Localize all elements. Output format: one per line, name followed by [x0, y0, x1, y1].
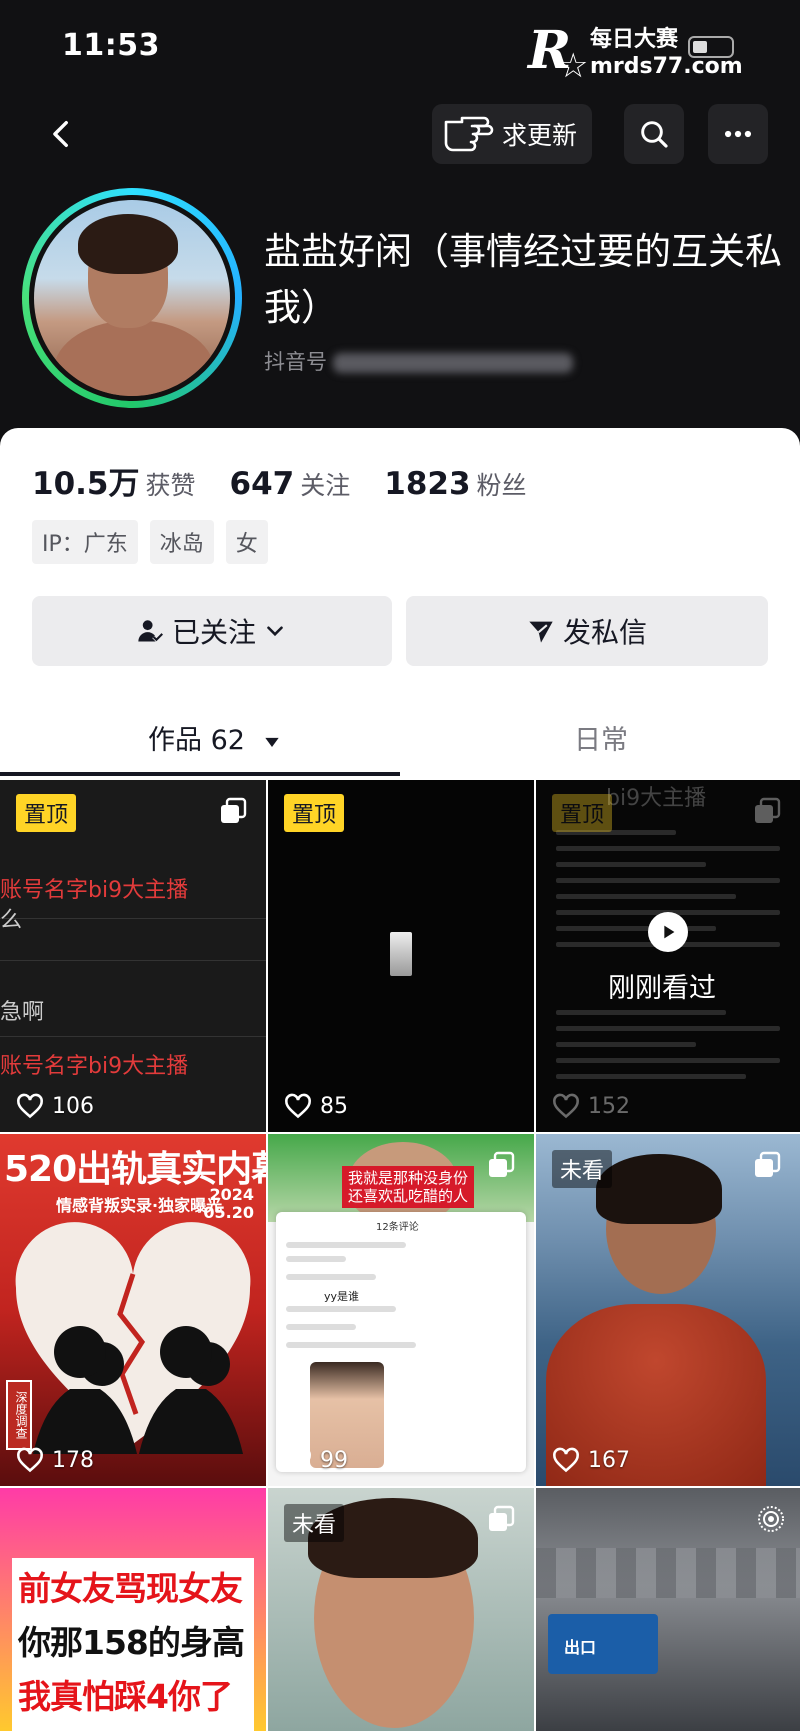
profile-tags: IP：广东 冰岛 女: [32, 520, 268, 564]
multi-image-icon: [755, 797, 781, 823]
followed-button[interactable]: 已关注: [32, 596, 392, 666]
more-dots-icon: [724, 130, 752, 138]
watermark-logo: R ☆: [528, 20, 589, 86]
comments-title: 12条评论: [376, 1222, 419, 1233]
video-tile[interactable]: 置顶 85: [268, 780, 534, 1132]
tile-text: 么: [0, 908, 23, 933]
like-count: 85: [284, 1092, 348, 1120]
send-icon: [529, 621, 553, 643]
broken-heart-graphic: [15, 1222, 251, 1454]
video-tile[interactable]: bi9大主播 刚刚看过 置顶 152: [536, 780, 800, 1132]
status-time: 11:53: [62, 28, 160, 63]
chevron-left-icon: [53, 120, 68, 148]
followed-label: 已关注: [171, 616, 256, 649]
tag-ip: IP：广东: [32, 520, 138, 564]
video-tile[interactable]: 账号名字bi9大主播 么 急啊 账号名字bi9大主播 置顶 106: [0, 780, 266, 1132]
search-icon: [641, 121, 668, 148]
tile-text: 账号名字bi9大主播: [0, 878, 189, 903]
tag-location: 冰岛: [149, 520, 214, 564]
blurred-id: [333, 353, 573, 373]
message-label: 发私信: [562, 616, 647, 649]
tile-date: 2024 05.20: [203, 1185, 254, 1222]
tile-thumbnail: [390, 932, 412, 976]
likes-label: 获赞: [145, 471, 196, 500]
followers-label[interactable]: 粉丝: [477, 466, 527, 502]
video-tile[interactable]: 前女友骂现女友 你那158的身高 我真怕踩4你了: [0, 1488, 266, 1731]
comment-panel: 12条评论 yy是谁: [276, 1212, 526, 1472]
followers-count[interactable]: 1823: [384, 466, 470, 502]
heart-icon: [17, 1093, 43, 1119]
user-check-icon: [138, 620, 164, 643]
video-tile[interactable]: 未看: [268, 1488, 534, 1731]
profile-sheet: 10.5万 获赞 647 关注 1823 粉丝 IP：广东 冰岛 女 已关注 发…: [0, 428, 800, 780]
tag-gender: 女: [225, 520, 268, 564]
following-label[interactable]: 关注: [300, 466, 350, 502]
live-photo-icon: [758, 1506, 784, 1532]
watched-label: 刚刚看过: [608, 973, 716, 1004]
tab-underline: [0, 772, 400, 776]
request-update-button[interactable]: 求更新: [432, 104, 592, 164]
multi-image-icon: [221, 797, 247, 823]
video-grid: 账号名字bi9大主播 么 急啊 账号名字bi9大主播 置顶 106 置顶 85 …: [0, 780, 800, 1731]
tile-banner: 我就是那种没身份 还喜欢乱吃醋的人: [342, 1166, 475, 1208]
unseen-badge: 未看: [284, 1504, 345, 1542]
likes-count: 10.5万: [32, 466, 140, 502]
tile-text: 你那158的身高: [18, 1623, 245, 1662]
tile-sign-text: 出口: [564, 1638, 597, 1657]
search-button[interactable]: [624, 104, 684, 164]
tile-subtitle: 情感背叛实录·独家曝光: [56, 1196, 223, 1215]
video-tile[interactable]: 我就是那种没身份 还喜欢乱吃醋的人 12条评论 yy是谁 99: [268, 1134, 534, 1486]
video-tile[interactable]: 未看 167: [536, 1134, 800, 1486]
like-count: 178: [16, 1446, 94, 1474]
pinned-badge: 置顶: [284, 794, 345, 832]
heart-icon: [285, 1093, 311, 1119]
tab-daily[interactable]: 日常: [574, 718, 628, 757]
tab-works[interactable]: 作品 62: [148, 718, 282, 757]
battery-icon: [688, 36, 734, 58]
tile-text: bi9大主播: [606, 786, 707, 811]
heart-icon: [285, 1447, 311, 1473]
multi-image-icon: [489, 1505, 515, 1531]
profile-name: 盐盐好闲（事情经过要的互关私我）: [264, 230, 782, 329]
comment-reply: yy是谁: [324, 1290, 360, 1303]
message-button[interactable]: 发私信: [406, 596, 768, 666]
tile-text: 我真怕踩4你了: [18, 1677, 233, 1716]
video-tile[interactable]: 出口: [536, 1488, 800, 1731]
tile-text: 账号名字bi9大主播: [0, 1054, 189, 1079]
multi-image-icon: [755, 1151, 781, 1177]
triangle-down-icon: [264, 737, 279, 747]
back-button[interactable]: [34, 106, 90, 162]
heart-icon: [553, 1447, 579, 1473]
play-icon: [648, 912, 688, 952]
like-count: 152: [552, 1092, 630, 1120]
watermark: R ☆ 每日大赛 mrds77.com: [528, 20, 778, 86]
heart-icon: [553, 1093, 579, 1119]
avatar[interactable]: [22, 188, 242, 408]
video-tile[interactable]: 520出轨真实内幕 情感背叛实录·独家曝光 2024 05.20 深度调查 17…: [0, 1134, 266, 1486]
tile-text: 前女友骂现女友: [18, 1569, 243, 1608]
following-count[interactable]: 647: [230, 466, 295, 502]
like-count: 167: [552, 1446, 630, 1474]
pointing-hand-icon: [444, 116, 494, 152]
tile-side-label: 深度调查: [6, 1380, 32, 1450]
pinned-badge: 置顶: [16, 794, 77, 832]
chevron-down-icon: [267, 626, 283, 637]
stats-row: 10.5万 获赞 647 关注 1823 粉丝: [32, 458, 561, 503]
tile-text: 急啊: [0, 1000, 45, 1025]
avatar-image: [34, 200, 230, 396]
heart-icon: [17, 1447, 43, 1473]
more-button[interactable]: [708, 104, 768, 164]
like-count: 99: [284, 1446, 348, 1474]
multi-image-icon: [489, 1151, 515, 1177]
pinned-badge: 置顶: [552, 794, 613, 832]
profile-id: 抖音号: [264, 346, 573, 376]
request-update-label: 求更新: [502, 121, 578, 150]
like-count: 106: [16, 1092, 94, 1120]
unseen-badge: 未看: [552, 1150, 613, 1188]
